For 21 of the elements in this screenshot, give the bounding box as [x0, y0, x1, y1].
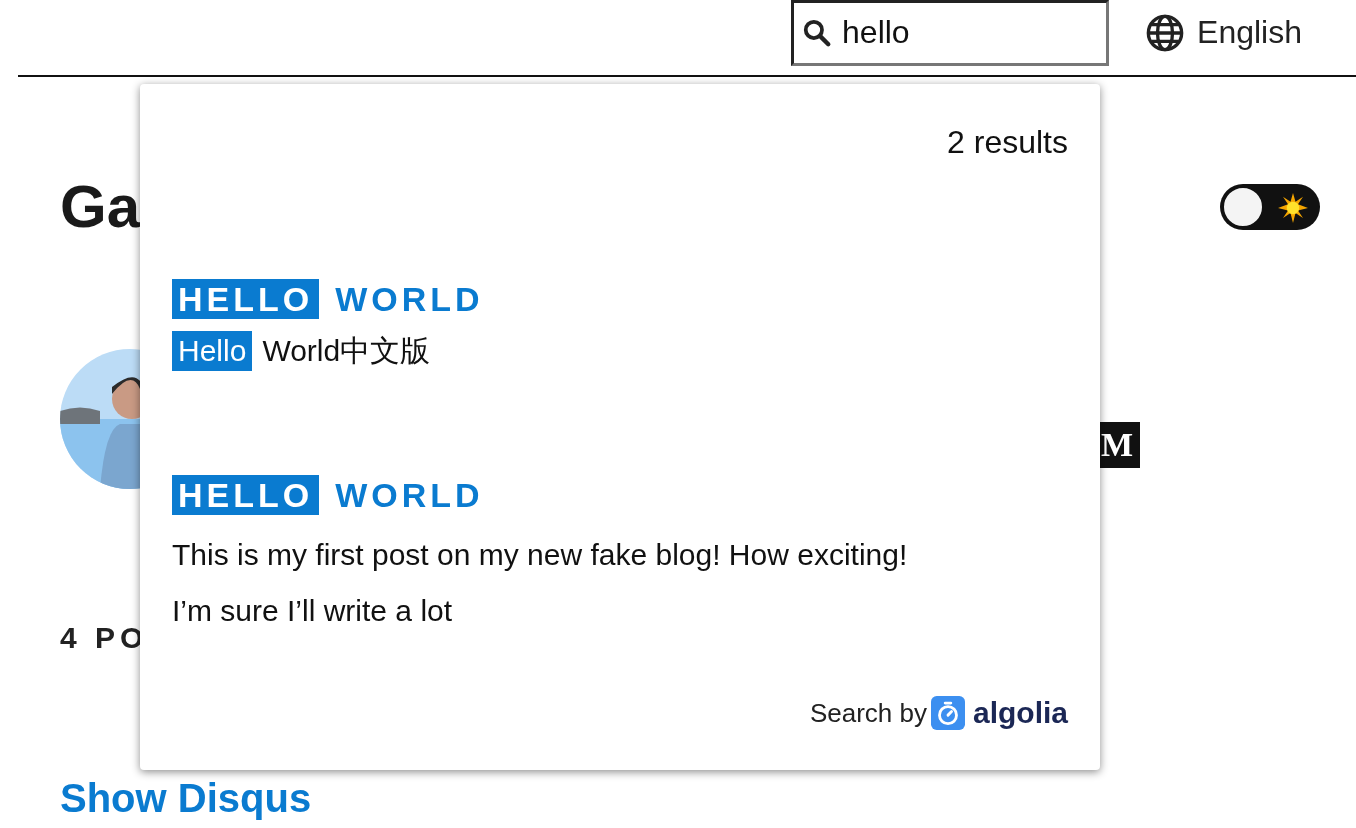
show-disqus-link[interactable]: Show Disqus [60, 774, 312, 822]
algolia-logo[interactable]: algolia [930, 696, 1068, 730]
blog-title: Ga [60, 177, 141, 237]
search-input[interactable]: hello [842, 14, 1083, 51]
sun-icon [1278, 193, 1308, 223]
language-button[interactable]: English [1145, 12, 1302, 53]
search-result[interactable]: HELLO WORLD This is my first post on my new fake blog! How exciting! I’m sure I’ll write a lot [172, 475, 1068, 639]
highlighted-snippet-word: Hello [172, 331, 253, 371]
results-count: 2 results [947, 124, 1068, 161]
search-result[interactable]: HELLO WORLD Hello World中文版 [172, 279, 1068, 371]
search-by-label: Search by [809, 697, 927, 729]
theme-toggle[interactable] [1220, 184, 1320, 230]
search-icon [802, 17, 833, 48]
highlighted-title-word: HELLO [172, 279, 320, 319]
title-word: WORLD [335, 475, 484, 515]
snippet-text: World中文版 [262, 333, 431, 369]
highlighted-title-word: HELLO [172, 475, 320, 515]
title-word: WORLD [335, 279, 484, 319]
snippet-text: This is my first post on my new fake blog! How exciting! I’m sure I’ll write a lot [172, 537, 909, 629]
search-field[interactable]: hello [791, 0, 1110, 66]
globe-icon [1145, 12, 1186, 53]
